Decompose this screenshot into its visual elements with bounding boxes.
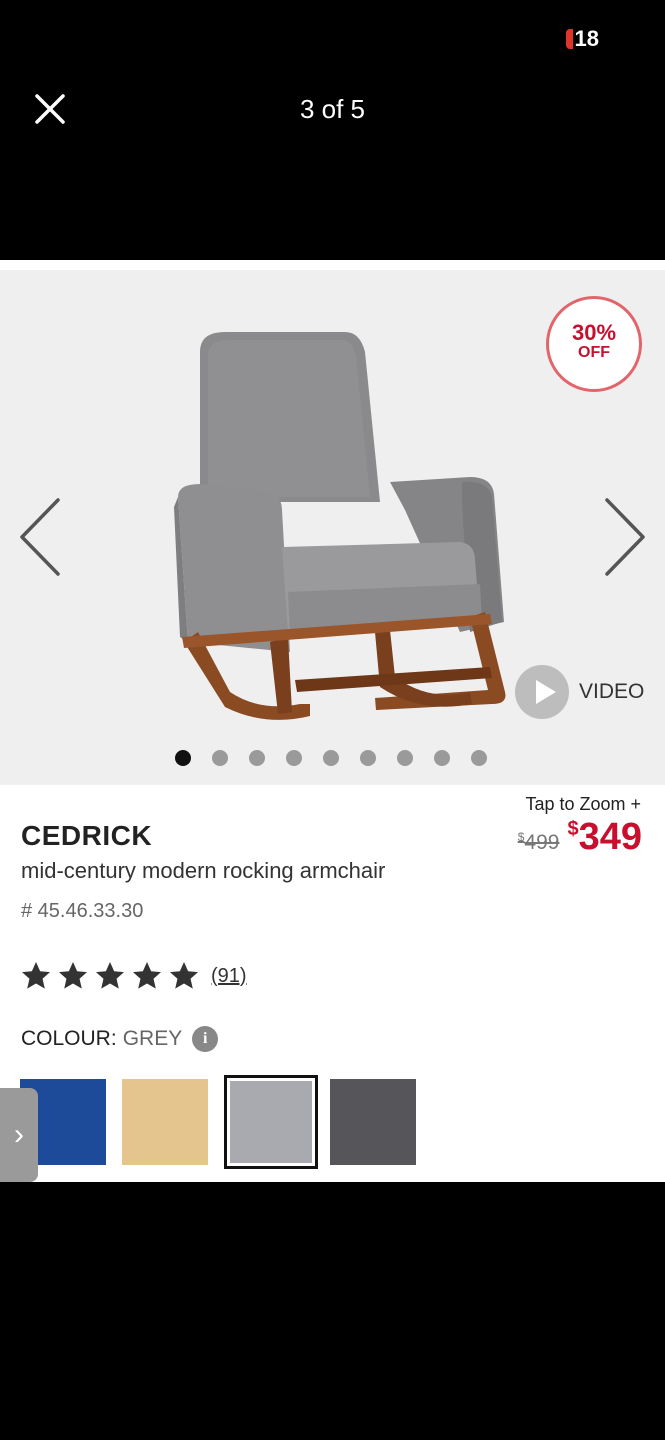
star-icon (59, 962, 87, 989)
sale-price: $349 (567, 816, 642, 858)
chair-image (174, 332, 506, 720)
info-icon[interactable]: i (192, 1026, 219, 1052)
tap-to-zoom[interactable]: Tap to Zoom + (525, 794, 641, 815)
video-label: VIDEO (579, 680, 645, 703)
chevron-right-icon: › (14, 1118, 24, 1151)
star-icon (133, 962, 161, 989)
colour-swatch[interactable] (330, 1079, 416, 1165)
colour-swatches (20, 1075, 432, 1169)
image-counter: 3 of 5 (299, 94, 366, 124)
colour-swatch[interactable] (122, 1079, 208, 1165)
carousel-dot[interactable] (212, 750, 228, 766)
status-bar: 18 (565, 26, 599, 52)
carousel-dot[interactable] (249, 750, 265, 766)
star-rating (20, 960, 205, 992)
product-viewer: 30% OFF VIDEO Tap to Zoom + CEDRICK mid-… (0, 260, 665, 1182)
side-expand-tab[interactable]: › (0, 1088, 38, 1182)
play-icon (515, 665, 569, 719)
product-image-area[interactable]: 30% OFF VIDEO (0, 270, 665, 785)
star-icon (22, 962, 50, 989)
discount-percent: 30% (571, 320, 617, 345)
carousel-dot[interactable] (175, 750, 191, 766)
colour-row: COLOUR: GREY i (21, 1026, 219, 1052)
recording-indicator (565, 29, 573, 49)
price-block: $499 $349 (518, 816, 642, 859)
carousel-dot[interactable] (323, 750, 339, 766)
carousel-dots (175, 750, 508, 766)
chevron-right-icon (605, 498, 645, 576)
next-image-button[interactable] (595, 492, 655, 582)
review-count-link[interactable]: (91) (211, 965, 247, 988)
rating[interactable]: (91) (20, 960, 247, 992)
colour-label: COLOUR: (21, 1027, 117, 1050)
carousel-dot[interactable] (360, 750, 376, 766)
status-badge: 18 (574, 26, 599, 51)
carousel-dot[interactable] (471, 750, 487, 766)
star-icon (96, 962, 124, 989)
carousel-dot[interactable] (434, 750, 450, 766)
product-brand: CEDRICK (21, 820, 153, 851)
carousel-dot[interactable] (286, 750, 302, 766)
product-description: mid-century modern rocking armchair (21, 858, 386, 883)
colour-value: GREY (122, 1027, 183, 1050)
discount-label: OFF (578, 344, 610, 361)
chevron-left-icon (20, 498, 60, 576)
discount-badge: 30% OFF (546, 296, 642, 392)
original-price: $499 (517, 830, 560, 854)
product-sku: # 45.46.33.30 (21, 900, 144, 922)
video-button[interactable]: VIDEO (515, 665, 644, 719)
previous-image-button[interactable] (10, 492, 70, 582)
star-icon (170, 962, 198, 989)
colour-swatch[interactable] (224, 1075, 318, 1169)
carousel-dot[interactable] (397, 750, 413, 766)
